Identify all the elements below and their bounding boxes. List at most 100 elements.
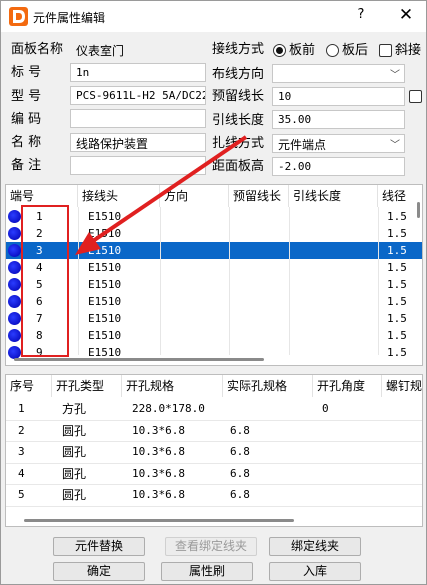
window-title: 元件属性编辑 (33, 11, 106, 25)
hole-type: 圆孔 (62, 445, 87, 459)
terminal-hscrollbar[interactable] (14, 358, 264, 361)
col-header-lead-len[interactable]: 引线长度 (289, 185, 378, 207)
hole-spec: 10.3*6.8 (132, 445, 185, 458)
chevron-down-icon: ﹀ (390, 140, 400, 151)
terminal-status-icon (8, 227, 21, 240)
hole-seq: 3 (18, 445, 25, 458)
terminal-row[interactable]: 5 E1510 1.5 (6, 276, 422, 293)
app-logo-icon (9, 7, 28, 26)
ok-button[interactable]: 确定 (53, 562, 145, 581)
hole-actual-spec: 6.8 (230, 445, 250, 458)
col-header-direction[interactable]: 方向 (160, 185, 229, 207)
name-label: 名 称 (11, 135, 42, 150)
terminal-status-icon (8, 244, 21, 257)
reserve-len-label: 预留线长 (212, 89, 265, 104)
close-button[interactable]: ✕ (396, 5, 416, 25)
terminal-table: 端号 接线头 方向 预留线长 引线长度 线径 1 E1510 1.5 2 E1510 1.… (5, 184, 423, 366)
lead-len-input[interactable]: 35.00 (272, 110, 405, 129)
name-input[interactable]: 线路保护装置 (70, 133, 206, 152)
terminal-status-icon (8, 295, 21, 308)
wiring-back-radio[interactable] (326, 44, 339, 57)
terminal-connector: E1510 (88, 329, 122, 342)
terminal-row[interactable]: 3 E1510 1.5 (6, 242, 422, 259)
hole-row[interactable]: 4 圆孔 10.3*6.8 6.8 (6, 464, 422, 484)
bind-clamp-button[interactable]: 绑定线夹 (269, 537, 361, 556)
terminal-row[interactable]: 8 E1510 1.5 (6, 327, 422, 344)
tie-mode-select[interactable]: 元件端点 ﹀ (272, 134, 405, 153)
terminal-status-icon (8, 278, 21, 291)
col-header-reserve-len[interactable]: 预留线长 (229, 185, 289, 207)
terminal-gauge: 1.5 (387, 278, 407, 291)
col-header-seq[interactable]: 序号 (6, 375, 52, 397)
wiring-front-label: 板前 (289, 43, 316, 58)
routing-dir-select[interactable]: ﹀ (272, 64, 405, 83)
code-label: 编 码 (11, 112, 42, 127)
store-button[interactable]: 入库 (269, 562, 361, 581)
hole-spec: 228.0*178.0 (132, 402, 205, 415)
tag-input[interactable]: 1n (70, 63, 206, 82)
hole-seq: 2 (18, 423, 25, 437)
code-input[interactable] (70, 109, 206, 128)
terminal-gauge: 1.5 (387, 244, 407, 257)
dialog-window: 元件属性编辑 ? ✕ 面板名称 仪表室门 标 号 1n 型 号 PCS-9611… (0, 0, 427, 585)
terminal-row[interactable]: 2 E1510 1.5 (6, 225, 422, 242)
title-bar: 元件属性编辑 ? ✕ (1, 1, 426, 32)
terminal-vscrollbar[interactable] (417, 202, 420, 218)
terminal-row[interactable]: 6 E1510 1.5 (6, 293, 422, 310)
hole-hscrollbar[interactable] (24, 519, 294, 522)
hole-spec: 10.3*6.8 (132, 423, 185, 437)
terminal-connector: E1510 (88, 227, 122, 240)
hole-row[interactable]: 2 圆孔 10.3*6.8 6.8 (6, 421, 422, 441)
col-header-hole-angle[interactable]: 开孔角度 (313, 375, 382, 397)
note-label: 备 注 (11, 158, 42, 173)
model-input[interactable]: PCS-9611L-H2 5A/DC220V (70, 86, 206, 105)
terminal-row[interactable]: 1 E1510 1.5 (6, 208, 422, 225)
wiring-back-label: 板后 (342, 43, 369, 58)
panel-name-field: 仪表室门 (70, 40, 206, 59)
inclined-checkbox[interactable] (379, 44, 392, 57)
panel-name-label: 面板名称 (11, 42, 64, 57)
terminal-row[interactable]: 7 E1510 1.5 (6, 310, 422, 327)
reserve-len-input[interactable]: 10 (272, 87, 405, 106)
col-header-hole-spec[interactable]: 开孔规格 (122, 375, 223, 397)
col-header-actual-spec[interactable]: 实际孔规格 (223, 375, 313, 397)
grid-divider (229, 207, 230, 355)
col-header-terminal-no[interactable]: 端号 (6, 185, 78, 207)
hole-type: 圆孔 (62, 466, 87, 481)
hole-row[interactable]: 1 方孔 228.0*178.0 0 (6, 399, 422, 419)
wiring-front-radio[interactable] (273, 44, 286, 57)
wiring-mode-label: 接线方式 (212, 42, 265, 57)
col-header-connector[interactable]: 接线头 (78, 185, 160, 207)
replace-component-button[interactable]: 元件替换 (53, 537, 145, 556)
terminal-gauge: 1.5 (387, 227, 407, 240)
terminal-no: 3 (36, 244, 43, 257)
terminal-no: 5 (36, 278, 43, 291)
hole-actual-spec: 6.8 (230, 423, 250, 437)
hole-seq: 1 (18, 402, 25, 415)
tie-mode-value: 元件端点 (278, 138, 327, 152)
grid-divider (378, 207, 379, 355)
hole-row[interactable]: 3 圆孔 10.3*6.8 6.8 (6, 442, 422, 462)
hole-actual-spec: 6.8 (230, 466, 250, 480)
inclined-label: 斜接 (395, 43, 422, 58)
grid-divider (289, 207, 290, 355)
note-input[interactable] (70, 156, 206, 175)
hole-row[interactable]: 5 圆孔 10.3*6.8 6.8 (6, 485, 422, 505)
view-bound-clamp-button[interactable]: 查看绑定线夹 (165, 537, 257, 556)
hole-actual-spec: 6.8 (230, 488, 250, 501)
help-button[interactable]: ? (353, 7, 369, 25)
board-height-label: 距面板高 (212, 159, 265, 174)
terminal-connector: E1510 (88, 278, 122, 291)
col-header-screw-spec[interactable]: 螺钉规 (382, 375, 422, 397)
reserve-len-checkbox[interactable] (409, 90, 422, 103)
terminal-gauge: 1.5 (387, 329, 407, 342)
board-height-input[interactable]: -2.00 (272, 157, 405, 176)
tag-label: 标 号 (11, 65, 42, 80)
terminal-connector: E1510 (88, 244, 122, 257)
hole-spec: 10.3*6.8 (132, 466, 185, 480)
property-brush-button[interactable]: 属性刷 (161, 562, 253, 581)
terminal-row[interactable]: 4 E1510 1.5 (6, 259, 422, 276)
terminal-no: 8 (36, 329, 43, 342)
col-header-hole-type[interactable]: 开孔类型 (52, 375, 122, 397)
tie-mode-label: 扎线方式 (212, 136, 265, 151)
